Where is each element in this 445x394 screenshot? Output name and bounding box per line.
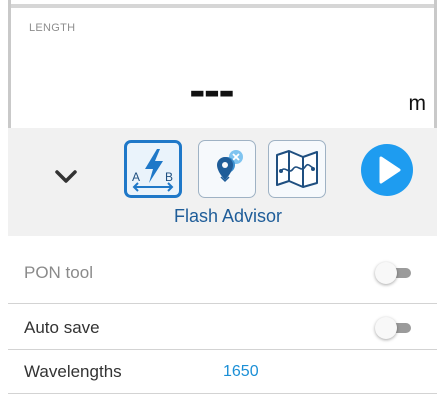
toggle-thumb [375, 316, 397, 339]
length-label: LENGTH [29, 22, 76, 34]
selected-tool-caption: Flash Advisor [173, 206, 283, 226]
length-panel: LENGTH --- m [8, 0, 437, 128]
chevron-down-icon [55, 170, 77, 183]
run-button[interactable] [361, 144, 413, 196]
length-unit: m [408, 92, 427, 115]
tool-toolbar: A B Flash Advisor [8, 128, 437, 236]
flash-advisor-icon: A B [132, 149, 174, 192]
svg-text:B: B [165, 170, 173, 184]
play-icon [379, 156, 401, 184]
svg-text:A: A [132, 170, 140, 184]
map-tool-button[interactable] [268, 140, 326, 198]
wavelengths-value[interactable]: 1650 [223, 363, 259, 381]
panel-top-rule [11, 4, 434, 8]
map-icon [276, 150, 318, 188]
settings-divider [8, 303, 437, 304]
toggle-thumb [375, 261, 397, 284]
auto-save-row: Auto save [8, 306, 437, 350]
wavelengths-label: Wavelengths [24, 361, 122, 381]
auto-save-label: Auto save [24, 317, 100, 337]
pon-tool-toggle[interactable] [375, 261, 413, 284]
length-value: --- [189, 69, 235, 115]
pon-tool-label: PON tool [24, 262, 93, 282]
wavelengths-row[interactable]: Wavelengths 1650 [8, 350, 437, 394]
collapse-button[interactable] [46, 162, 86, 192]
auto-save-toggle[interactable] [375, 316, 413, 339]
pins-tool-button[interactable] [198, 140, 256, 198]
pon-tool-row: PON tool [8, 248, 437, 297]
pins-icon [217, 150, 243, 183]
flash-advisor-button[interactable]: A B [124, 140, 182, 198]
